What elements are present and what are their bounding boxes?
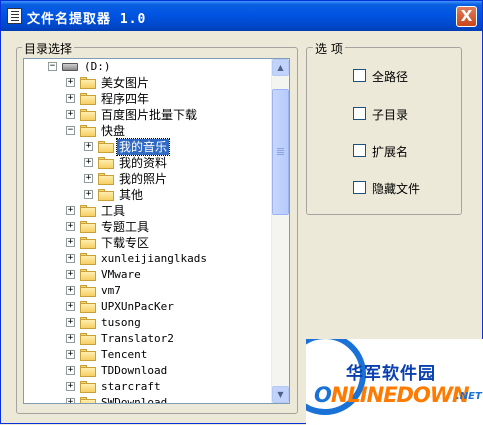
expand-icon[interactable]: + (84, 174, 93, 183)
folder-icon (80, 397, 96, 403)
folder-icon (80, 285, 96, 297)
expand-icon[interactable]: + (66, 222, 75, 231)
expand-icon[interactable]: + (66, 318, 75, 327)
tree-item-label[interactable]: xunleijianglkads (99, 251, 209, 267)
expand-icon[interactable]: + (66, 382, 75, 391)
tree-item-label[interactable]: vm7 (99, 283, 123, 299)
extension-checkbox[interactable] (353, 144, 366, 157)
scroll-down-button[interactable]: ▼ (272, 386, 289, 403)
folder-icon (80, 205, 96, 217)
extension-label[interactable]: 扩展名 (372, 143, 408, 160)
tree-item-label[interactable]: starcraft (99, 379, 163, 395)
tree-scrollbar[interactable]: ▲ ▼ (271, 59, 289, 403)
subdirectory-label[interactable]: 子目录 (372, 106, 408, 123)
expand-icon[interactable]: + (66, 238, 75, 247)
app-window: 文件名提取器 1.0 X 目录选择 选 项 − (D:) + 美女图片 + 程序… (0, 0, 483, 425)
tree-item-label-selected[interactable]: 我的音乐 (115, 138, 171, 156)
watermark-cn-text: 华军软件园 (346, 364, 436, 384)
scroll-up-button[interactable]: ▲ (272, 59, 289, 76)
folder-icon (98, 173, 114, 185)
collapse-icon[interactable]: − (66, 126, 75, 135)
folder-icon (80, 253, 96, 265)
full-path-label[interactable]: 全路径 (372, 68, 408, 85)
tree-item-label[interactable]: Tencent (99, 347, 149, 363)
expand-icon[interactable]: + (66, 286, 75, 295)
folder-icon (80, 333, 96, 345)
window-title: 文件名提取器 1.0 (27, 12, 147, 27)
folder-icon (80, 269, 96, 281)
expand-icon[interactable]: + (84, 142, 93, 151)
tree-item-label[interactable]: 美女图片 (99, 75, 151, 91)
folder-icon (98, 157, 114, 169)
hard-drive-icon (62, 63, 78, 71)
tree-item-label[interactable]: VMware (99, 267, 143, 283)
subdirectory-checkbox[interactable] (353, 107, 366, 120)
folder-icon (80, 381, 96, 393)
watermark-en-text: ONLINEDOWN (314, 383, 470, 407)
tree-item-label[interactable]: (D:) (82, 59, 113, 75)
watermark-logo: 华军软件园 ONLINEDOWN .NET (306, 339, 483, 425)
tree-item-label[interactable]: 专题工具 (99, 219, 151, 235)
tree-item-label[interactable]: 下载专区 (99, 235, 151, 251)
close-button[interactable]: X (456, 6, 477, 27)
full-path-checkbox[interactable] (353, 69, 366, 82)
hidden-files-checkbox[interactable] (353, 181, 366, 194)
tree-item-label[interactable]: Translator2 (99, 331, 176, 347)
tree-item-label[interactable]: 快盘 (99, 123, 127, 139)
tree-item-label[interactable]: 工具 (99, 203, 127, 219)
options-group-label: 选 项 (313, 40, 345, 57)
expand-icon[interactable]: + (66, 94, 75, 103)
watermark-net-text: .NET (456, 391, 482, 402)
folder-icon (80, 77, 96, 89)
directory-group-label: 目录选择 (22, 40, 75, 57)
expand-icon[interactable]: + (84, 190, 93, 199)
expand-icon[interactable]: + (66, 110, 75, 119)
expand-icon[interactable]: + (66, 302, 75, 311)
expand-icon[interactable]: + (66, 254, 75, 263)
folder-icon (80, 349, 96, 361)
folder-icon (80, 221, 96, 233)
title-bar[interactable]: 文件名提取器 1.0 X (1, 1, 482, 31)
folder-icon (80, 93, 96, 105)
folder-icon (80, 365, 96, 377)
scroll-thumb[interactable] (272, 89, 289, 215)
collapse-icon[interactable]: − (48, 62, 57, 71)
tree-item-label[interactable]: 百度图片批量下载 (99, 107, 199, 123)
folder-icon (80, 237, 96, 249)
tree-item-label[interactable]: 其他 (117, 187, 145, 203)
expand-icon[interactable]: + (66, 366, 75, 375)
folder-icon (98, 141, 114, 153)
grip-icon (277, 148, 284, 149)
hidden-files-label[interactable]: 隐藏文件 (372, 180, 420, 197)
expand-icon[interactable]: + (66, 398, 75, 403)
folder-icon (80, 301, 96, 313)
directory-tree[interactable]: − (D:) + 美女图片 + 程序四年 + 百度图片批量下载 − 快盘 + 我 (23, 58, 290, 404)
tree-item-label[interactable]: UPXUnPacKer (99, 299, 176, 315)
expand-icon[interactable]: + (66, 270, 75, 279)
expand-icon[interactable]: + (66, 206, 75, 215)
expand-icon[interactable]: + (66, 78, 75, 87)
open-folder-icon (80, 125, 96, 137)
folder-icon (80, 109, 96, 121)
expand-icon[interactable]: + (66, 334, 75, 343)
tree-item-label[interactable]: 我的资料 (117, 155, 169, 171)
folder-icon (80, 317, 96, 329)
tree-item-label[interactable]: 我的照片 (117, 171, 169, 187)
app-notepad-icon (7, 8, 22, 24)
tree-item-label[interactable]: tusong (99, 315, 143, 331)
folder-icon (98, 189, 114, 201)
tree-item-label[interactable]: TDDownload (99, 363, 169, 379)
tree-item-label[interactable]: SWDownload (99, 395, 169, 403)
tree-item-label[interactable]: 程序四年 (99, 91, 151, 107)
expand-icon[interactable]: + (84, 158, 93, 167)
expand-icon[interactable]: + (66, 350, 75, 359)
